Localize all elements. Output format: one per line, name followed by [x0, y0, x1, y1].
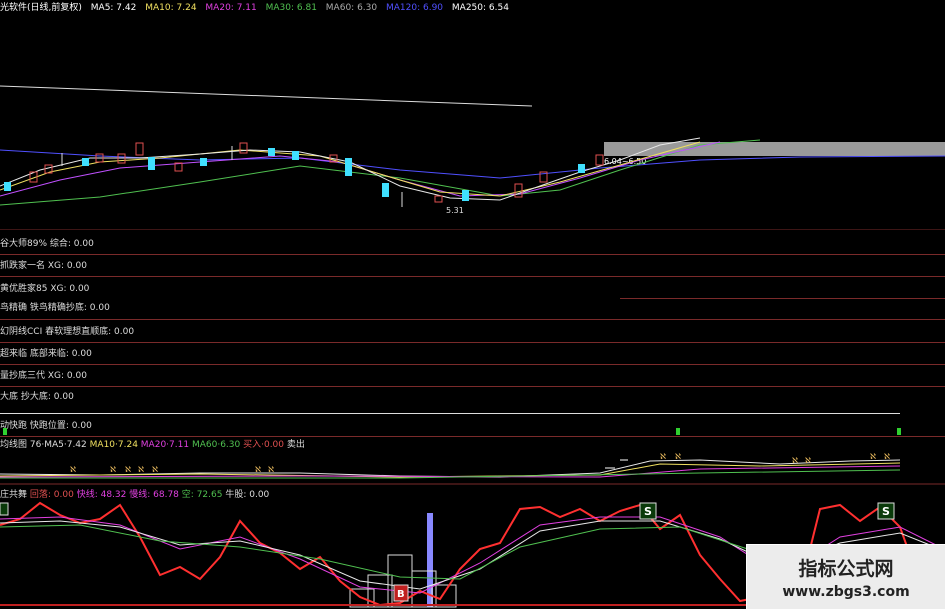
buy-signal-icon: ℵ — [152, 465, 158, 474]
candle — [82, 158, 89, 166]
indicator-value: 抄大底: 0.00 — [20, 392, 74, 402]
row-divider — [0, 254, 945, 255]
candle — [514, 183, 523, 198]
site-watermark: 指标公式网 www.zbgs3.com — [746, 544, 945, 609]
buy-signal-icon: ℵ — [884, 452, 890, 461]
indicator-value: XG: 0.00 — [47, 371, 87, 381]
indicator-value: 春软理想直顺底: 0.00 — [45, 327, 135, 337]
candle — [292, 151, 299, 160]
indicator-name: 幻阴线CCI — [0, 327, 43, 337]
buy-signal-icon: ℵ — [805, 456, 811, 465]
indicator-row: 量抄底三代 XG: 0.00 — [0, 368, 87, 381]
candle — [578, 164, 585, 173]
buy-signal-icon: ℵ — [675, 452, 681, 461]
indicator-row: 鸟精确 铁鸟精确抄底: 0.00 — [0, 300, 110, 313]
trend-line — [0, 85, 533, 107]
candle — [382, 183, 389, 197]
buy-signal-b: B — [393, 584, 409, 602]
candle — [135, 142, 144, 156]
row-divider — [620, 298, 945, 299]
low-price-label: 5.31 — [446, 206, 464, 215]
row-divider — [0, 319, 945, 320]
indicator-row: 大底 抄大底: 0.00 — [0, 389, 74, 402]
svg-text:B: B — [397, 589, 405, 600]
signal-marker — [897, 428, 901, 435]
indicator-name: 黄优胜家85 — [0, 284, 48, 294]
indicator-row: 动快跑 快跑位置: 0.00 — [0, 418, 92, 431]
indicator-value: XG: 0.00 — [50, 284, 90, 294]
ma-panel-line — [0, 465, 901, 478]
indicator-row: 幻阴线CCI 春软理想直顺底: 0.00 — [0, 324, 134, 337]
price-chart[interactable]: 6.04~6.50 5.31 — [0, 0, 945, 230]
indicator-name: 抓跌家一名 — [0, 261, 46, 271]
candle — [4, 182, 11, 191]
price-range-box — [604, 142, 945, 156]
indicator-name: 谷大师89% — [0, 239, 48, 249]
candle — [345, 158, 352, 176]
ma-panel-line — [0, 462, 901, 478]
watermark-url: www.zbgs3.com — [782, 584, 910, 600]
indicator-row: 抓跌家一名 XG: 0.00 — [0, 258, 87, 271]
buy-signal-icon: ℵ — [792, 456, 798, 465]
ma-panel-chart[interactable]: ℵ ℵ ℵ ℵ ℵ ℵ ℵ ℵ ℵ ℵ ℵ ℵ ℵ — [0, 446, 945, 486]
svg-text:S: S — [644, 505, 652, 518]
indicator-value: 快跑位置: 0.00 — [29, 421, 92, 431]
row-divider — [0, 342, 945, 343]
indicator-name: 鸟精确 — [0, 303, 28, 313]
row-divider — [0, 413, 900, 414]
candle — [595, 154, 604, 166]
buy-signal-icon: ℵ — [660, 452, 666, 461]
buy-signal-icon: ℵ — [125, 465, 131, 474]
indicator-name: 大底 — [0, 392, 19, 402]
row-divider — [0, 386, 945, 387]
buy-signal-icon: ℵ — [870, 452, 876, 461]
indicator-name: 超来临 — [0, 349, 28, 359]
sell-signal-s: S S — [0, 502, 895, 520]
row-divider — [0, 276, 945, 277]
indicator-row: 黄优胜家85 XG: 0.00 — [0, 281, 89, 294]
candle — [148, 157, 155, 170]
candle — [434, 195, 443, 203]
indicator-name: 量抄底三代 — [0, 371, 46, 381]
candle — [268, 148, 275, 156]
candle — [239, 142, 248, 154]
signal-marker — [3, 428, 7, 435]
buy-signal-icon: ℵ — [70, 465, 76, 474]
indicator-value: 综合: 0.00 — [49, 239, 94, 249]
buy-signal-icon: ℵ — [110, 465, 116, 474]
signal-marker — [676, 428, 680, 435]
buy-signal-icon: ℵ — [138, 465, 144, 474]
buy-signal-icon: ℵ — [268, 465, 274, 474]
buy-signal-icon: ℵ — [255, 465, 261, 474]
indicator-row: 超来临 底部来临: 0.00 — [0, 346, 92, 359]
row-divider — [0, 364, 945, 365]
watermark-title: 指标公式网 — [798, 558, 894, 580]
indicator-value: XG: 0.00 — [47, 261, 87, 271]
candle — [200, 158, 207, 166]
indicator-value: 铁鸟精确抄底: 0.00 — [29, 303, 110, 313]
candle — [462, 190, 469, 201]
svg-text:S: S — [882, 505, 890, 518]
indicator-row: 谷大师89% 综合: 0.00 — [0, 236, 94, 249]
indicator-value: 底部来临: 0.00 — [29, 349, 92, 359]
